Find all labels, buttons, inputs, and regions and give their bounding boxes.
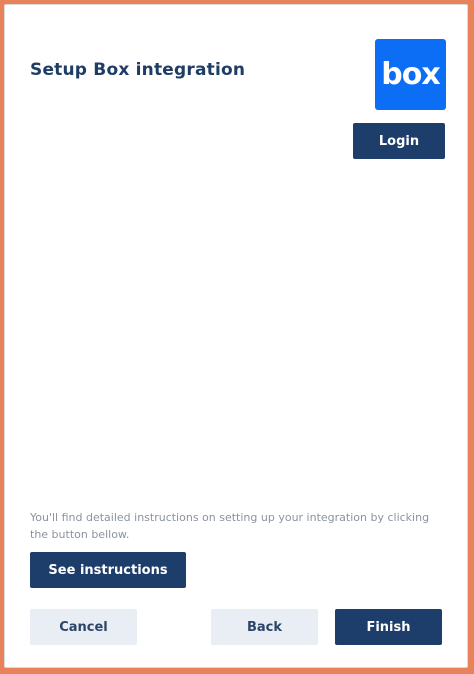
integration-dialog: Setup Box integration box Login You'll f… — [4, 4, 468, 668]
finish-button[interactable]: Finish — [335, 609, 442, 645]
login-button[interactable]: Login — [353, 123, 445, 159]
instructions-note: You'll find detailed instructions on set… — [30, 511, 430, 541]
box-logo-text: box — [381, 57, 440, 92]
back-button[interactable]: Back — [211, 609, 318, 645]
cancel-button[interactable]: Cancel — [30, 609, 137, 645]
dialog-title: Setup Box integration — [30, 60, 246, 80]
see-instructions-button[interactable]: See instructions — [30, 552, 186, 588]
box-logo: box — [375, 39, 446, 110]
